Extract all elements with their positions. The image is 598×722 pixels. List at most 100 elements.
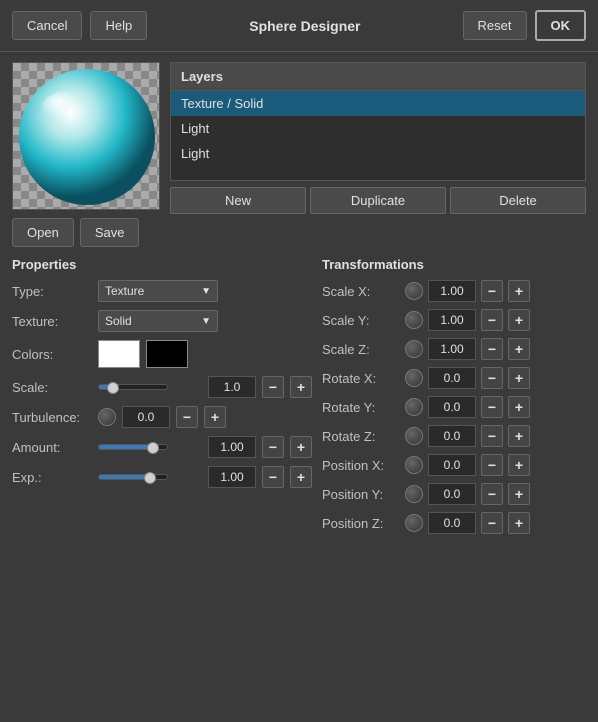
layer-buttons: New Duplicate Delete bbox=[170, 187, 586, 214]
position-z-input[interactable] bbox=[428, 512, 476, 534]
scale-plus-button[interactable]: + bbox=[290, 376, 312, 398]
scale-y-input[interactable] bbox=[428, 309, 476, 331]
turbulence-dial[interactable] bbox=[98, 408, 116, 426]
scale-y-row: Scale Y: − + bbox=[322, 309, 586, 331]
scale-z-input[interactable] bbox=[428, 338, 476, 360]
transformations-panel: Transformations Scale X: − + Scale Y: − … bbox=[322, 257, 586, 541]
scale-slider-container bbox=[98, 384, 202, 390]
scale-z-row: Scale Z: − + bbox=[322, 338, 586, 360]
rotate-y-label: Rotate Y: bbox=[322, 400, 400, 415]
texture-select[interactable]: Solid ▼ bbox=[98, 310, 218, 332]
layer-item[interactable]: Light bbox=[171, 141, 585, 166]
rotate-z-dial[interactable] bbox=[405, 427, 423, 445]
amount-slider-fill bbox=[99, 445, 153, 449]
position-y-plus[interactable]: + bbox=[508, 483, 530, 505]
scale-z-label: Scale Z: bbox=[322, 342, 400, 357]
rotate-z-label: Rotate Z: bbox=[322, 429, 400, 444]
preview-section: Open Save bbox=[12, 62, 160, 247]
scale-input[interactable] bbox=[208, 376, 256, 398]
scale-y-plus[interactable]: + bbox=[508, 309, 530, 331]
position-z-plus[interactable]: + bbox=[508, 512, 530, 534]
position-y-minus[interactable]: − bbox=[481, 483, 503, 505]
rotate-y-minus[interactable]: − bbox=[481, 396, 503, 418]
scale-z-minus[interactable]: − bbox=[481, 338, 503, 360]
delete-layer-button[interactable]: Delete bbox=[450, 187, 586, 214]
rotate-y-dial[interactable] bbox=[405, 398, 423, 416]
amount-slider-container bbox=[98, 444, 202, 450]
scale-x-input[interactable] bbox=[428, 280, 476, 302]
amount-slider-track[interactable] bbox=[98, 444, 168, 450]
rotate-x-row: Rotate X: − + bbox=[322, 367, 586, 389]
turbulence-plus-button[interactable]: + bbox=[204, 406, 226, 428]
amount-slider-thumb[interactable] bbox=[147, 442, 159, 454]
duplicate-layer-button[interactable]: Duplicate bbox=[310, 187, 446, 214]
position-y-dial[interactable] bbox=[405, 485, 423, 503]
properties-panel: Properties Type: Texture ▼ Texture: Soli… bbox=[12, 257, 312, 541]
save-button[interactable]: Save bbox=[80, 218, 140, 247]
window-title: Sphere Designer bbox=[155, 18, 454, 34]
position-z-row: Position Z: − + bbox=[322, 512, 586, 534]
scale-z-plus[interactable]: + bbox=[508, 338, 530, 360]
new-layer-button[interactable]: New bbox=[170, 187, 306, 214]
scale-slider-thumb[interactable] bbox=[107, 382, 119, 394]
scale-y-minus[interactable]: − bbox=[481, 309, 503, 331]
position-x-dial[interactable] bbox=[405, 456, 423, 474]
position-x-label: Position X: bbox=[322, 458, 400, 473]
exp-row: Exp.: − + bbox=[12, 466, 312, 488]
exp-label: Exp.: bbox=[12, 470, 92, 485]
color-swatch-black[interactable] bbox=[146, 340, 188, 368]
rotate-z-plus[interactable]: + bbox=[508, 425, 530, 447]
position-z-dial[interactable] bbox=[405, 514, 423, 532]
scale-z-dial[interactable] bbox=[405, 340, 423, 358]
rotate-y-input[interactable] bbox=[428, 396, 476, 418]
scale-x-minus[interactable]: − bbox=[481, 280, 503, 302]
layers-section: Layers Texture / Solid Light Light New D… bbox=[170, 62, 586, 247]
position-z-minus[interactable]: − bbox=[481, 512, 503, 534]
type-select[interactable]: Texture ▼ bbox=[98, 280, 218, 302]
amount-input[interactable] bbox=[208, 436, 256, 458]
scale-slider-track[interactable] bbox=[98, 384, 168, 390]
ok-button[interactable]: OK bbox=[535, 10, 587, 41]
top-bar: Cancel Help Sphere Designer Reset OK bbox=[0, 0, 598, 52]
scale-x-row: Scale X: − + bbox=[322, 280, 586, 302]
position-x-minus[interactable]: − bbox=[481, 454, 503, 476]
texture-row: Texture: Solid ▼ bbox=[12, 310, 312, 332]
exp-input[interactable] bbox=[208, 466, 256, 488]
scale-minus-button[interactable]: − bbox=[262, 376, 284, 398]
color-swatch-white[interactable] bbox=[98, 340, 140, 368]
exp-slider-track[interactable] bbox=[98, 474, 168, 480]
layer-item[interactable]: Texture / Solid bbox=[171, 91, 585, 116]
rotate-x-minus[interactable]: − bbox=[481, 367, 503, 389]
amount-minus-button[interactable]: − bbox=[262, 436, 284, 458]
rotate-x-input[interactable] bbox=[428, 367, 476, 389]
main-content: Open Save Layers Texture / Solid Light L… bbox=[0, 52, 598, 257]
scale-y-dial[interactable] bbox=[405, 311, 423, 329]
cancel-button[interactable]: Cancel bbox=[12, 11, 82, 40]
rotate-z-input[interactable] bbox=[428, 425, 476, 447]
type-label: Type: bbox=[12, 284, 92, 299]
exp-slider-thumb[interactable] bbox=[144, 472, 156, 484]
turbulence-input[interactable] bbox=[122, 406, 170, 428]
rotate-z-minus[interactable]: − bbox=[481, 425, 503, 447]
layer-item[interactable]: Light bbox=[171, 116, 585, 141]
scale-row: Scale: − + bbox=[12, 376, 312, 398]
position-x-input[interactable] bbox=[428, 454, 476, 476]
scale-x-dial[interactable] bbox=[405, 282, 423, 300]
properties-title: Properties bbox=[12, 257, 312, 272]
rotate-y-plus[interactable]: + bbox=[508, 396, 530, 418]
exp-minus-button[interactable]: − bbox=[262, 466, 284, 488]
scale-y-label: Scale Y: bbox=[322, 313, 400, 328]
position-y-input[interactable] bbox=[428, 483, 476, 505]
texture-select-arrow: ▼ bbox=[201, 316, 211, 327]
rotate-x-dial[interactable] bbox=[405, 369, 423, 387]
amount-label: Amount: bbox=[12, 440, 92, 455]
position-x-plus[interactable]: + bbox=[508, 454, 530, 476]
help-button[interactable]: Help bbox=[90, 11, 147, 40]
open-button[interactable]: Open bbox=[12, 218, 74, 247]
amount-plus-button[interactable]: + bbox=[290, 436, 312, 458]
rotate-x-plus[interactable]: + bbox=[508, 367, 530, 389]
turbulence-minus-button[interactable]: − bbox=[176, 406, 198, 428]
exp-plus-button[interactable]: + bbox=[290, 466, 312, 488]
scale-x-plus[interactable]: + bbox=[508, 280, 530, 302]
reset-button[interactable]: Reset bbox=[463, 11, 527, 40]
